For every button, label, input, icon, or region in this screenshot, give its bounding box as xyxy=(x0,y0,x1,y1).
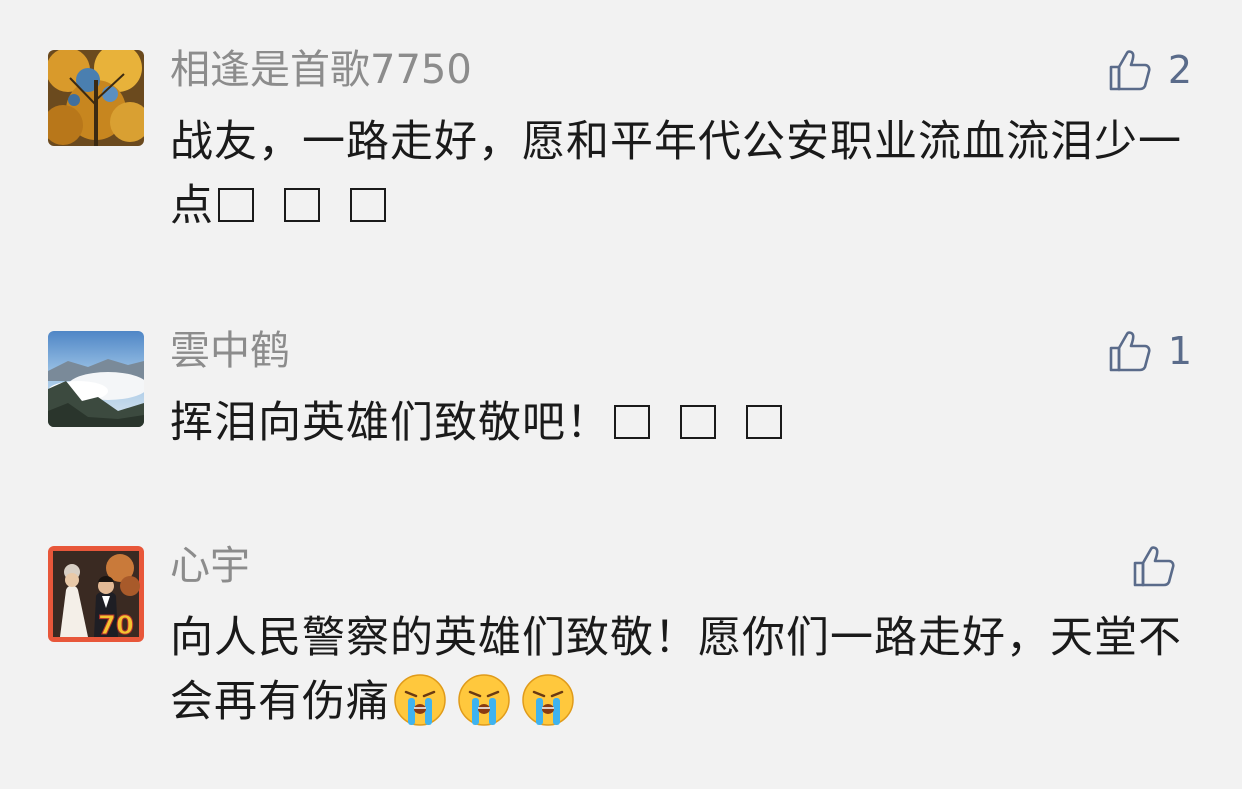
like-count: 2 xyxy=(1167,48,1192,92)
comment-text-content: 挥泪向英雄们致敬吧！ xyxy=(170,398,610,448)
crying-emoji-icon xyxy=(394,674,446,726)
unrendered-glyph-box xyxy=(680,405,716,439)
autumn-trees-image xyxy=(48,50,144,146)
crying-emoji-icon xyxy=(522,674,574,726)
avatar-badge: 70 xyxy=(98,611,134,641)
username[interactable]: 心宇 xyxy=(170,542,250,590)
unrendered-glyph-box xyxy=(284,188,320,222)
comment-text: 挥泪向英雄们致敬吧！ xyxy=(170,391,1190,455)
mountain-clouds-image xyxy=(48,331,144,427)
crying-emoji-icon xyxy=(458,674,510,726)
user-avatar[interactable] xyxy=(48,50,144,146)
comment-text: 向人民警察的英雄们致敬！愿你们一路走好，天堂不会再有伤痛 xyxy=(170,606,1190,734)
like-button[interactable]: 2 xyxy=(1108,46,1192,94)
like-count: 1 xyxy=(1167,329,1192,373)
unrendered-glyph-box xyxy=(350,188,386,222)
thumbs-up-icon xyxy=(1109,331,1151,372)
thumbs-up-icon xyxy=(1133,546,1175,587)
like-button[interactable]: 1 xyxy=(1108,327,1192,375)
user-avatar[interactable]: 70 xyxy=(48,546,144,642)
unrendered-glyph-box xyxy=(614,405,650,439)
username[interactable]: 相逢是首歌7750 xyxy=(170,46,472,94)
username[interactable]: 雲中鹤 xyxy=(170,327,290,375)
comment-text: 战友，一路走好，愿和平年代公安职业流血流泪少一点 xyxy=(170,110,1190,238)
thumbs-up-icon xyxy=(1109,50,1151,91)
unrendered-glyph-box xyxy=(746,405,782,439)
comment-text-content: 战友，一路走好，愿和平年代公安职业流血流泪少一点 xyxy=(170,117,1182,231)
like-button[interactable] xyxy=(1132,542,1192,590)
user-avatar[interactable] xyxy=(48,331,144,427)
wedding-photo-image: 70 xyxy=(48,546,144,642)
comment-text-content: 向人民警察的英雄们致敬！愿你们一路走好，天堂不会再有伤痛 xyxy=(170,613,1182,727)
unrendered-glyph-box xyxy=(218,188,254,222)
